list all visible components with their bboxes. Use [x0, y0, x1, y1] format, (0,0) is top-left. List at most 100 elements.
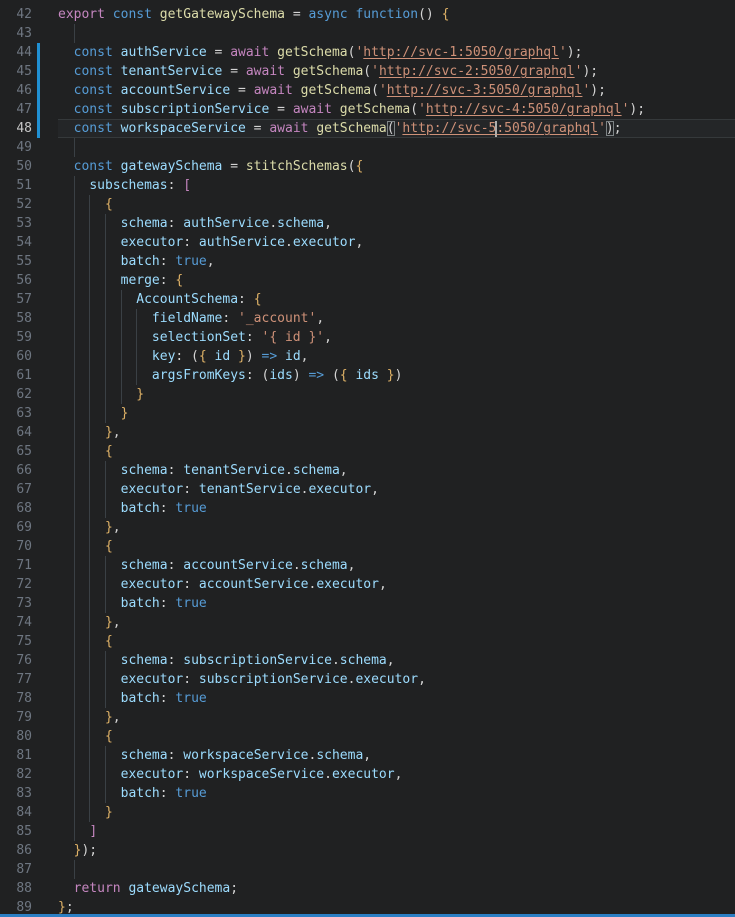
- modified-indicator[interactable]: [37, 119, 40, 138]
- code-line[interactable]: 67 executor: tenantService.executor,: [0, 480, 735, 499]
- line-number[interactable]: 84: [0, 803, 32, 822]
- line-number[interactable]: 52: [0, 195, 32, 214]
- line-number[interactable]: 81: [0, 746, 32, 765]
- line-number[interactable]: 72: [0, 575, 32, 594]
- code-line[interactable]: 75 {: [0, 632, 735, 651]
- code-line[interactable]: 45 const tenantService = await getSchema…: [0, 62, 735, 81]
- code-line[interactable]: 55 batch: true,: [0, 252, 735, 271]
- line-number[interactable]: 48: [0, 119, 32, 138]
- code-line[interactable]: 88 return gatewaySchema;: [0, 879, 735, 898]
- line-number[interactable]: 55: [0, 252, 32, 271]
- line-number[interactable]: 76: [0, 651, 32, 670]
- code-line[interactable]: 69 },: [0, 518, 735, 537]
- line-number[interactable]: 75: [0, 632, 32, 651]
- code-line[interactable]: 78 batch: true: [0, 689, 735, 708]
- code-line[interactable]: 61 argsFromKeys: (ids) => ({ ids }): [0, 366, 735, 385]
- line-number[interactable]: 66: [0, 461, 32, 480]
- modified-indicator[interactable]: [37, 43, 40, 62]
- line-number[interactable]: 59: [0, 328, 32, 347]
- code-line[interactable]: 63 }: [0, 404, 735, 423]
- line-number[interactable]: 86: [0, 841, 32, 860]
- code-line[interactable]: 49: [0, 138, 735, 157]
- line-number[interactable]: 50: [0, 157, 32, 176]
- line-number[interactable]: 88: [0, 879, 32, 898]
- code-line[interactable]: 68 batch: true: [0, 499, 735, 518]
- line-number[interactable]: 57: [0, 290, 32, 309]
- code-line[interactable]: 59 selectionSet: '{ id }',: [0, 328, 735, 347]
- line-number[interactable]: 58: [0, 309, 32, 328]
- line-number[interactable]: 78: [0, 689, 32, 708]
- code-line[interactable]: 81 schema: workspaceService.schema,: [0, 746, 735, 765]
- code-line[interactable]: 65 {: [0, 442, 735, 461]
- code-line[interactable]: 46 const accountService = await getSchem…: [0, 81, 735, 100]
- code-line[interactable]: 74 },: [0, 613, 735, 632]
- code-line[interactable]: 64 },: [0, 423, 735, 442]
- code-line[interactable]: 62 }: [0, 385, 735, 404]
- code-line[interactable]: 86 });: [0, 841, 735, 860]
- code-editor[interactable]: 42export const getGatewaySchema = async …: [0, 0, 735, 917]
- code-line[interactable]: 58 fieldName: '_account',: [0, 309, 735, 328]
- code-line[interactable]: 72 executor: accountService.executor,: [0, 575, 735, 594]
- code-line[interactable]: 42export const getGatewaySchema = async …: [0, 5, 735, 24]
- code-line[interactable]: 71 schema: accountService.schema,: [0, 556, 735, 575]
- line-number[interactable]: 44: [0, 43, 32, 62]
- line-number[interactable]: 65: [0, 442, 32, 461]
- code-line[interactable]: 43: [0, 24, 735, 43]
- code-line[interactable]: 56 merge: {: [0, 271, 735, 290]
- line-number[interactable]: 82: [0, 765, 32, 784]
- modified-indicator[interactable]: [37, 81, 40, 100]
- code-line[interactable]: 79 },: [0, 708, 735, 727]
- code-line[interactable]: 77 executor: subscriptionService.executo…: [0, 670, 735, 689]
- line-number[interactable]: 45: [0, 62, 32, 81]
- code-line[interactable]: 47 const subscriptionService = await get…: [0, 100, 735, 119]
- line-number[interactable]: 70: [0, 537, 32, 556]
- code-line[interactable]: 83 batch: true: [0, 784, 735, 803]
- code-line[interactable]: 48 const workspaceService = await getSch…: [0, 119, 735, 138]
- code-line[interactable]: 87: [0, 860, 735, 879]
- modified-indicator[interactable]: [37, 62, 40, 81]
- line-number[interactable]: 62: [0, 385, 32, 404]
- line-number[interactable]: 77: [0, 670, 32, 689]
- code-line[interactable]: 82 executor: workspaceService.executor,: [0, 765, 735, 784]
- code-line[interactable]: 52 {: [0, 195, 735, 214]
- modified-indicator[interactable]: [37, 100, 40, 119]
- line-number[interactable]: 64: [0, 423, 32, 442]
- line-number[interactable]: 63: [0, 404, 32, 423]
- line-number[interactable]: 68: [0, 499, 32, 518]
- line-number[interactable]: 43: [0, 24, 32, 43]
- code-line[interactable]: 66 schema: tenantService.schema,: [0, 461, 735, 480]
- code-line[interactable]: 76 schema: subscriptionService.schema,: [0, 651, 735, 670]
- line-number[interactable]: 80: [0, 727, 32, 746]
- line-number[interactable]: 87: [0, 860, 32, 879]
- code-line[interactable]: 73 batch: true: [0, 594, 735, 613]
- line-number[interactable]: 49: [0, 138, 32, 157]
- line-number[interactable]: 73: [0, 594, 32, 613]
- code-line[interactable]: 57 AccountSchema: {: [0, 290, 735, 309]
- line-number[interactable]: 69: [0, 518, 32, 537]
- line-number[interactable]: 74: [0, 613, 32, 632]
- code-line[interactable]: 44 const authService = await getSchema('…: [0, 43, 735, 62]
- code-line[interactable]: 51 subschemas: [: [0, 176, 735, 195]
- code-line[interactable]: 70 {: [0, 537, 735, 556]
- line-number[interactable]: 53: [0, 214, 32, 233]
- line-number[interactable]: 51: [0, 176, 32, 195]
- code-line[interactable]: 60 key: ({ id }) => id,: [0, 347, 735, 366]
- line-number[interactable]: 56: [0, 271, 32, 290]
- code-line[interactable]: 84 }: [0, 803, 735, 822]
- code-line[interactable]: 50 const gatewaySchema = stitchSchemas({: [0, 157, 735, 176]
- code-line[interactable]: 85 ]: [0, 822, 735, 841]
- code-line[interactable]: 53 schema: authService.schema,: [0, 214, 735, 233]
- line-number[interactable]: 42: [0, 5, 32, 24]
- line-number[interactable]: 61: [0, 366, 32, 385]
- line-number[interactable]: 83: [0, 784, 32, 803]
- line-number[interactable]: 60: [0, 347, 32, 366]
- line-number[interactable]: 54: [0, 233, 32, 252]
- line-number[interactable]: 71: [0, 556, 32, 575]
- line-number[interactable]: 85: [0, 822, 32, 841]
- code-line[interactable]: 54 executor: authService.executor,: [0, 233, 735, 252]
- line-number[interactable]: 67: [0, 480, 32, 499]
- line-number[interactable]: 47: [0, 100, 32, 119]
- line-number[interactable]: 46: [0, 81, 32, 100]
- code-line[interactable]: 80 {: [0, 727, 735, 746]
- line-number[interactable]: 79: [0, 708, 32, 727]
